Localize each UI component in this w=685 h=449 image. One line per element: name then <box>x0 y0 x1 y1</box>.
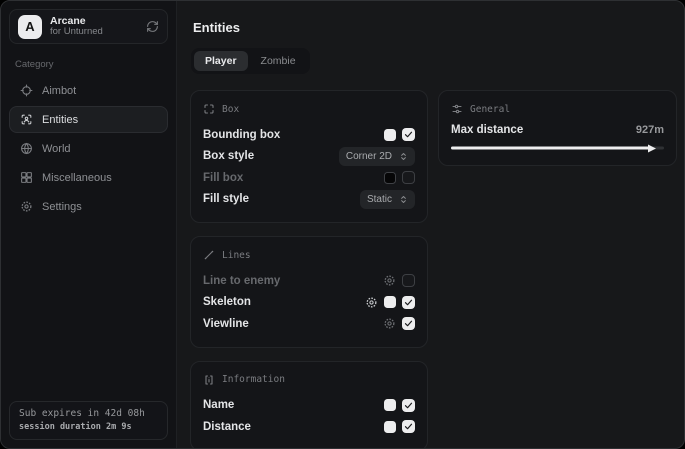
color-swatch[interactable] <box>384 296 396 308</box>
bounding-box-checkbox[interactable] <box>402 128 415 141</box>
card-title: Box <box>222 104 239 115</box>
viewline-checkbox[interactable] <box>402 317 415 330</box>
lines-card: Lines Line to enemy Skeleton <box>190 236 428 348</box>
setting-row-fill-style: Fill style Static <box>203 189 415 211</box>
color-swatch[interactable] <box>384 172 396 184</box>
setting-row-max-distance: Max distance 927m <box>451 124 664 136</box>
color-swatch[interactable] <box>384 129 396 141</box>
subscription-card: Sub expires in 42d 08h session duration … <box>9 401 168 440</box>
app-logo: A <box>18 15 42 39</box>
gear-icon[interactable] <box>383 317 396 330</box>
category-label: Category <box>15 59 162 70</box>
setting-row-box-style: Box style Corner 2D <box>203 146 415 168</box>
distance-checkbox[interactable] <box>402 420 415 433</box>
setting-row-viewline: Viewline <box>203 313 415 335</box>
globe-icon <box>20 142 33 155</box>
name-checkbox[interactable] <box>402 399 415 412</box>
box-style-dropdown[interactable]: Corner 2D <box>339 147 415 166</box>
sidebar-item-settings[interactable]: Settings <box>9 193 168 220</box>
app-window: A Arcane for Unturned Category Aimbot <box>0 0 685 449</box>
sidebar: A Arcane for Unturned Category Aimbot <box>1 1 177 448</box>
sidebar-item-label: World <box>42 143 71 155</box>
sidebar-item-aimbot[interactable]: Aimbot <box>9 77 168 104</box>
chevrons-up-down-icon <box>399 195 408 204</box>
max-distance-slider[interactable] <box>451 143 664 153</box>
box-card: Box Bounding box Box style <box>190 90 428 223</box>
information-card: Information Name Distance <box>190 361 428 449</box>
page-title: Entities <box>193 20 677 35</box>
setting-row-fill-box: Fill box <box>203 167 415 189</box>
subscription-expiry: Sub expires in 42d 08h <box>19 408 158 419</box>
setting-row-name: Name <box>203 395 415 417</box>
info-brackets-icon <box>203 374 215 386</box>
sliders-icon <box>451 103 463 115</box>
sidebar-item-label: Settings <box>42 201 82 213</box>
gear-icon[interactable] <box>383 274 396 287</box>
tab-player[interactable]: Player <box>194 51 248 71</box>
crosshair-icon <box>20 84 33 97</box>
sidebar-item-miscellaneous[interactable]: Miscellaneous <box>9 164 168 191</box>
gear-icon[interactable] <box>365 296 378 309</box>
sidebar-item-label: Entities <box>42 114 78 126</box>
skeleton-checkbox[interactable] <box>402 296 415 309</box>
sidebar-item-label: Aimbot <box>42 85 76 97</box>
card-title: Lines <box>222 250 251 261</box>
card-title: Information <box>222 374 285 385</box>
scan-person-icon <box>20 113 33 126</box>
line-to-enemy-checkbox[interactable] <box>402 274 415 287</box>
setting-row-distance: Distance <box>203 416 415 438</box>
chevrons-up-down-icon <box>399 152 408 161</box>
entity-tabs: Player Zombie <box>191 48 310 74</box>
refresh-icon[interactable] <box>146 20 159 33</box>
max-distance-value: 927m <box>636 124 664 136</box>
general-card: General Max distance 927m <box>438 90 677 166</box>
setting-row-bounding-box: Bounding box <box>203 124 415 146</box>
setting-row-skeleton: Skeleton <box>203 292 415 314</box>
color-swatch[interactable] <box>384 421 396 433</box>
tab-zombie[interactable]: Zombie <box>250 51 307 71</box>
sidebar-nav: Aimbot Entities World Miscellaneous <box>9 77 168 220</box>
gear-icon <box>20 200 33 213</box>
slider-fill-and-thumb[interactable] <box>451 147 649 150</box>
setting-row-line-to-enemy: Line to enemy <box>203 270 415 292</box>
sidebar-item-world[interactable]: World <box>9 135 168 162</box>
session-duration: session duration 2m 9s <box>19 422 158 432</box>
color-swatch[interactable] <box>384 399 396 411</box>
sidebar-item-entities[interactable]: Entities <box>9 106 168 133</box>
fill-box-checkbox[interactable] <box>402 171 415 184</box>
main-content: Entities Player Zombie Box Bounding box <box>177 1 685 448</box>
scan-corners-icon <box>203 103 215 115</box>
app-subtitle: for Unturned <box>50 27 103 38</box>
card-title: General <box>470 104 510 115</box>
fill-style-dropdown[interactable]: Static <box>360 190 415 209</box>
diagonal-line-icon <box>203 249 215 261</box>
grid-icon <box>20 171 33 184</box>
sidebar-item-label: Miscellaneous <box>42 172 112 184</box>
app-logo-card: A Arcane for Unturned <box>9 9 168 44</box>
